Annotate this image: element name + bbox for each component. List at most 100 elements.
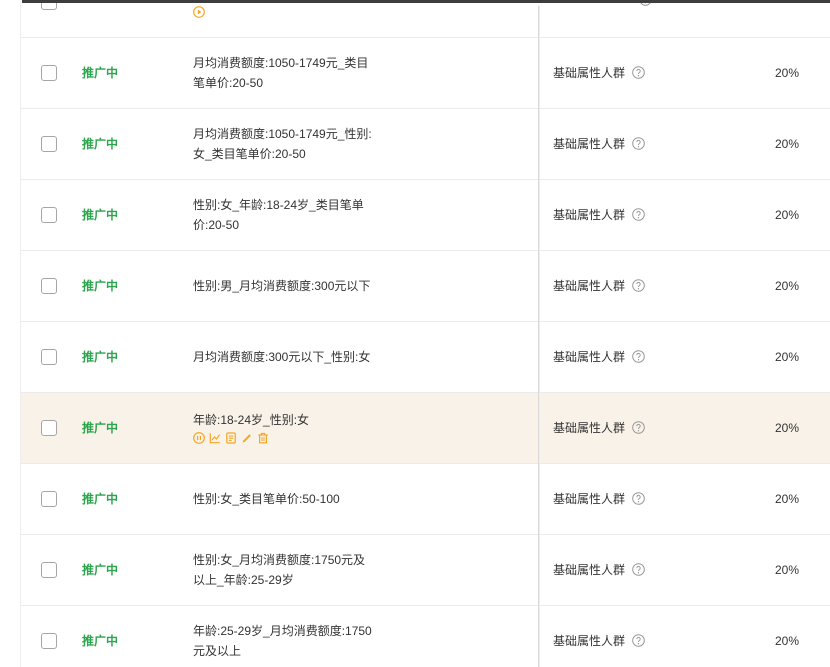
question-circle-icon[interactable]: [632, 563, 645, 576]
select-cell: [41, 393, 57, 462]
question-circle-icon[interactable]: [632, 66, 645, 79]
row-checkbox[interactable]: [41, 562, 57, 578]
crowd-name: 月均消费额度:300元以下_性别:女: [193, 347, 370, 367]
crowd-name: 月均消费额度:1050-1749元_类目 笔单价:20-50: [193, 53, 368, 93]
crowd-name-line: 月均消费额度:1050-1749元_类目: [193, 53, 368, 73]
ratio-cell: 20%: [775, 393, 799, 462]
ratio-cell: 20%: [775, 464, 799, 533]
crowd-name: 月均消费额度:1050-1749元_性别: 女_类目笔单价:20-50: [193, 124, 372, 164]
table-row[interactable]: 推广中 性别:女_年龄:18-24岁_类目笔单 价:20-50 基础属性人群 2…: [21, 180, 830, 251]
edit-icon[interactable]: [241, 432, 253, 444]
crowd-type-label: 基础属性人群: [553, 632, 625, 649]
crowd-type-label: 基础属性人群: [553, 419, 625, 436]
status-cell: 推广中: [82, 606, 118, 667]
ratio-cell: 20%: [775, 535, 799, 604]
question-circle-icon[interactable]: [632, 279, 645, 292]
crowd-name-line: 女_类目笔单价:20-50: [193, 144, 372, 164]
ratio-value: 20%: [775, 137, 799, 151]
row-checkbox[interactable]: [41, 420, 57, 436]
table-left-border: [20, 0, 21, 667]
select-cell: [41, 535, 57, 604]
row-checkbox[interactable]: [41, 136, 57, 152]
table-row[interactable]: 推广中 月均消费额度:1050-1749元_类目 笔单价:20-50 基础属性人…: [21, 38, 830, 109]
crowd-name: 性别:女_月均消费额度:1750元及 以上_年龄:25-29岁: [193, 550, 365, 590]
crowd-type-label: 基础属性人群: [553, 277, 625, 294]
fixed-column-divider: [538, 6, 539, 667]
crowd-type-cell: 基础属性人群: [553, 464, 645, 533]
ratio-value: 20%: [775, 279, 799, 293]
ratio-value: 20%: [775, 208, 799, 222]
crowd-name: 年龄:25-29岁_月均消费额度:1750 元及以上: [193, 621, 372, 661]
table-row[interactable]: 推广中 月均消费额度:1050-1749元_性别: 女_类目笔单价:20-50 …: [21, 109, 830, 180]
name-cell: 月均消费额度:300元以下_性别:女: [193, 322, 493, 391]
ratio-value: 20%: [775, 492, 799, 506]
name-cell: 月均消费额度:1050-1749元_类目 笔单价:20-50: [193, 38, 493, 107]
ratio-cell: 20%: [775, 38, 799, 107]
question-circle-icon[interactable]: [632, 421, 645, 434]
table-row[interactable]: 推广中 月均消费额度:300元以下_性别:女 基础属性人群 20%: [21, 322, 830, 393]
status-label: 推广中: [82, 490, 118, 507]
name-cell: 性别:女_月均消费额度:1750元及 以上_年龄:25-29岁: [193, 535, 493, 604]
row-checkbox[interactable]: [41, 349, 57, 365]
crowd-type-label: 基础属性人群: [553, 490, 625, 507]
ratio-value: 20%: [775, 421, 799, 435]
crowd-type-label: 基础属性人群: [553, 64, 625, 81]
row-actions: [193, 4, 205, 20]
crowd-name-line: 性别:女_类目笔单价:50-100: [193, 489, 340, 509]
top-bar: [22, 0, 830, 3]
delete-icon[interactable]: [257, 432, 269, 444]
select-cell: [41, 38, 57, 107]
select-cell: [41, 606, 57, 667]
table-row[interactable]: 推广中 性别:女_类目笔单价:50-100 基础属性人群 20%: [21, 464, 830, 535]
report-icon[interactable]: [225, 432, 237, 444]
crowd-type-label: 基础属性人群: [553, 206, 625, 223]
status-label: 推广中: [82, 206, 118, 223]
table-row[interactable]: 推广中 性别:女_月均消费额度:1750元及 以上_年龄:25-29岁 基础属性…: [21, 535, 830, 606]
crowd-name-line: 笔单价:20-50: [193, 73, 368, 93]
crowd-name-line: 以上_年龄:25-29岁: [193, 570, 365, 590]
crowd-type-cell: 基础属性人群: [553, 606, 645, 667]
name-cell: 性别:女_年龄:18-24岁_类目笔单 价:20-50: [193, 180, 493, 249]
crowd-name-line: 月均消费额度:300元以下_性别:女: [193, 347, 370, 367]
crowd-name-line: 性别:女_年龄:18-24岁_类目笔单: [193, 195, 364, 215]
ratio-cell: 20%: [775, 180, 799, 249]
status-cell: 推广中: [82, 535, 118, 604]
crowd-name: 性别:女_类目笔单价:50-100: [193, 489, 340, 509]
crowd-name-line: 价:20-50: [193, 215, 364, 235]
row-checkbox[interactable]: [41, 633, 57, 649]
row-checkbox[interactable]: [41, 207, 57, 223]
name-cell: 性别:女_类目笔单价:50-100: [193, 464, 493, 533]
row-actions: [193, 430, 309, 446]
select-cell: [41, 109, 57, 178]
crowd-name-line: 年龄:18-24岁_性别:女: [193, 410, 309, 430]
table-row[interactable]: 推广中 年龄:25-29岁_月均消费额度:1750 元及以上 基础属性人群 20…: [21, 606, 830, 667]
question-circle-icon[interactable]: [632, 492, 645, 505]
table-row-hovered[interactable]: 推广中 年龄:18-24岁_性别:女: [21, 393, 830, 464]
line-chart-icon[interactable]: [209, 432, 221, 444]
row-checkbox[interactable]: [41, 491, 57, 507]
question-circle-icon[interactable]: [632, 634, 645, 647]
table-row[interactable]: [21, 0, 830, 38]
crowd-type-cell: 基础属性人群: [553, 109, 645, 178]
status-cell: 推广中: [82, 109, 118, 178]
question-circle-icon[interactable]: [632, 350, 645, 363]
question-circle-icon[interactable]: [632, 137, 645, 150]
crowd-name: 年龄:18-24岁_性别:女: [193, 410, 309, 446]
pause-icon[interactable]: [193, 432, 205, 444]
ratio-value: 20%: [775, 634, 799, 648]
question-circle-icon[interactable]: [632, 208, 645, 221]
select-cell: [41, 251, 57, 320]
row-checkbox[interactable]: [41, 278, 57, 294]
name-cell: 年龄:25-29岁_月均消费额度:1750 元及以上: [193, 606, 493, 667]
ratio-cell: 20%: [775, 606, 799, 667]
play-icon[interactable]: [193, 6, 205, 18]
status-cell: 推广中: [82, 180, 118, 249]
name-cell: 年龄:18-24岁_性别:女: [193, 393, 493, 462]
crowd-name-line: 性别:男_月均消费额度:300元以下: [193, 276, 370, 296]
table-row[interactable]: 推广中 性别:男_月均消费额度:300元以下 基础属性人群 20%: [21, 251, 830, 322]
crowd-name-line: 年龄:25-29岁_月均消费额度:1750: [193, 621, 372, 641]
status-cell: 推广中: [82, 38, 118, 107]
status-label: 推广中: [82, 419, 118, 436]
ratio-cell: 20%: [775, 251, 799, 320]
row-checkbox[interactable]: [41, 65, 57, 81]
